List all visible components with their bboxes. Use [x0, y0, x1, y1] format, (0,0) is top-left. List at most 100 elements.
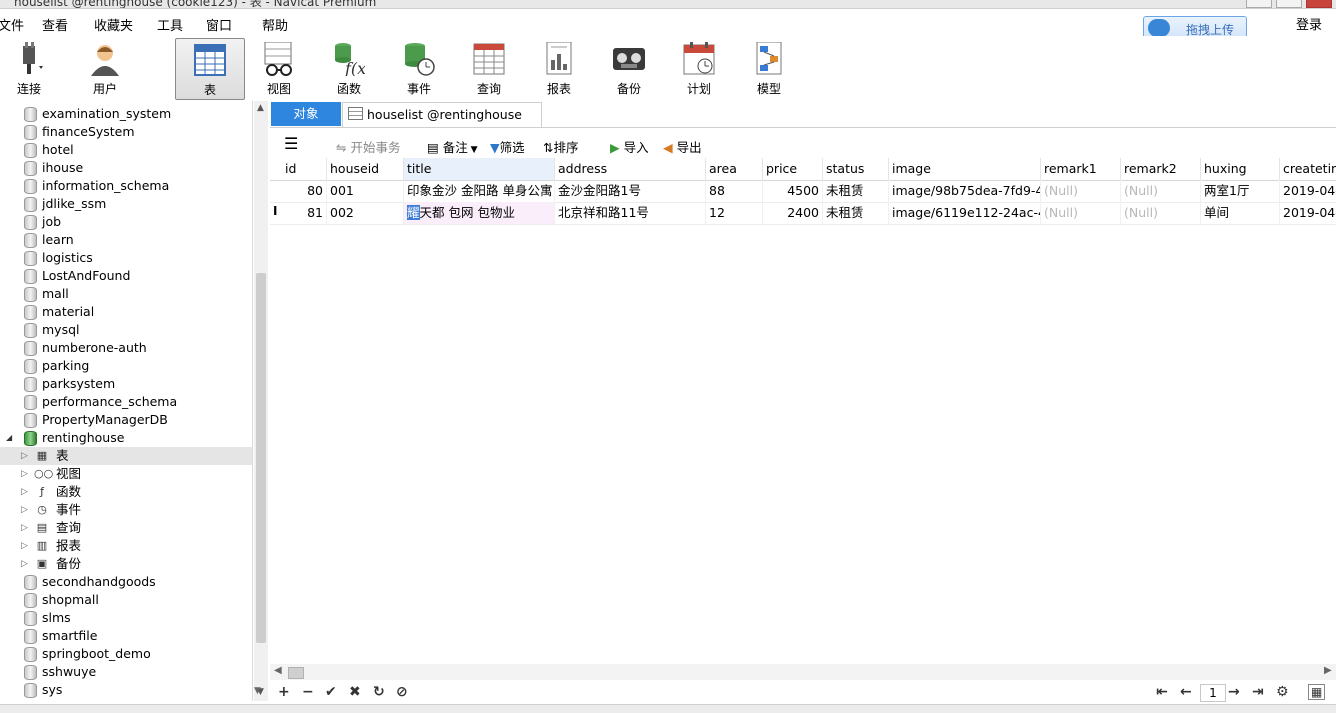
delete-record-icon[interactable]: − [302, 684, 314, 700]
cell-price[interactable]: 2400 [763, 202, 823, 224]
tree-scrollbar[interactable]: ▲ ▼ [254, 101, 268, 701]
cell-remark1[interactable]: (Null) [1041, 180, 1121, 202]
cell-price[interactable]: 4500 [763, 180, 823, 202]
cell-createtim[interactable]: 2019-04- [1280, 180, 1336, 202]
collapsed-arrow-icon[interactable]: ▷ [21, 465, 28, 483]
scroll-up-icon[interactable]: ▲ [257, 103, 264, 113]
begin-transaction-button[interactable]: ⇋ 开始事务 [336, 137, 400, 156]
cell-id[interactable]: 80 [282, 180, 327, 202]
collapsed-arrow-icon[interactable]: ▷ [21, 483, 28, 501]
tab-houselist[interactable]: houselist @rentinghouse (c... [342, 102, 542, 146]
cell-title[interactable]: 耀天都 包网 包物业 [404, 202, 555, 224]
tree-database-item[interactable]: numberone-auth [0, 339, 252, 357]
note-button[interactable]: ▤ 备注 ▼ [427, 137, 478, 156]
close-button[interactable] [1306, 0, 1332, 8]
tree-database-item[interactable]: parking [0, 357, 252, 375]
toolbar-event[interactable]: 事件 [385, 38, 453, 98]
tree-scrollbar-thumb[interactable] [256, 273, 266, 643]
tree-folder-item[interactable]: ▷ ○○ 视图 [0, 465, 252, 483]
tab-objects[interactable]: 对象 [271, 102, 341, 126]
tree-database-item[interactable]: springboot_demo [0, 645, 252, 663]
tree-database-item[interactable]: slms [0, 609, 252, 627]
cell-remark2[interactable]: (Null) [1121, 180, 1201, 202]
page-number-input[interactable]: 1 [1200, 684, 1226, 702]
next-page-icon[interactable]: → [1228, 684, 1240, 700]
refresh-icon[interactable]: ↻ [373, 684, 385, 700]
column-header-title[interactable]: title [404, 158, 555, 180]
column-header-huxing[interactable]: huxing [1201, 158, 1280, 180]
menu-window[interactable]: 窗口 [206, 15, 232, 34]
collapsed-arrow-icon[interactable]: ▷ [21, 519, 28, 537]
cell-status[interactable]: 未租赁 [823, 180, 889, 202]
tree-database-item[interactable]: mysql [0, 321, 252, 339]
import-button[interactable]: ▶ 导入 [610, 137, 649, 156]
cell-remark1[interactable]: (Null) [1041, 202, 1121, 224]
tree-database-item[interactable]: jdlike_ssm [0, 195, 252, 213]
settings-gear-icon[interactable]: ⚙ [1276, 684, 1289, 700]
menu-file[interactable]: 文件 [0, 15, 24, 34]
collapsed-arrow-icon[interactable]: ▷ [21, 537, 28, 555]
cell-image[interactable]: image/6119e112-24ac-4b [889, 202, 1041, 224]
toolbar-connect[interactable]: 连接 [0, 38, 63, 98]
expanded-arrow-icon[interactable]: ◢ [6, 429, 12, 447]
add-record-icon[interactable]: + [278, 684, 290, 700]
toolbar-function[interactable]: f(x) 函数 [315, 38, 383, 98]
cell-title[interactable]: 印象金沙 金阳路 单身公寓 [404, 180, 555, 202]
menu-help[interactable]: 帮助 [262, 15, 288, 34]
grid-horizontal-scrollbar[interactable]: ◀ ▶ [270, 664, 1336, 680]
tree-folder-item[interactable]: ▷ ƒ 函数 [0, 483, 252, 501]
menu-lines-icon[interactable]: ☰ [284, 134, 298, 153]
tree-database-item[interactable]: material [0, 303, 252, 321]
column-header-status[interactable]: status [823, 158, 889, 180]
cell-huxing[interactable]: 单间 [1201, 202, 1280, 224]
grid-scrollbar-thumb[interactable] [288, 667, 304, 679]
column-header-address[interactable]: address [555, 158, 706, 180]
toolbar-user[interactable]: 用户 [71, 38, 139, 98]
apply-changes-icon[interactable]: ✔ [325, 684, 337, 700]
table-row[interactable]: 80 001 印象金沙 金阳路 单身公寓 金沙金阳路1号 88 4500 未租赁 image/… [270, 180, 1336, 203]
tree-folder-item[interactable]: ▷ ▣ 备份 [0, 555, 252, 573]
tree-database-item[interactable]: information_schema [0, 177, 252, 195]
login-link[interactable]: 登录 [1296, 14, 1322, 33]
last-page-icon[interactable]: ⇥ [1252, 684, 1264, 700]
cell-houseid[interactable]: 001 [327, 180, 404, 202]
column-header-price[interactable]: price [763, 158, 823, 180]
collapsed-arrow-icon[interactable]: ▷ [21, 447, 28, 465]
tree-folder-item[interactable]: ▷ ◷ 事件 [0, 501, 252, 519]
toolbar-table[interactable]: 表 [175, 38, 245, 100]
scroll-left-icon[interactable]: ◀ [274, 665, 282, 676]
tree-database-item[interactable]: sshwuye [0, 663, 252, 681]
tree-database-item[interactable]: PropertyManagerDB [0, 411, 252, 429]
cell-houseid[interactable]: 002 [327, 202, 404, 224]
cell-address[interactable]: 金沙金阳路1号 [555, 180, 706, 202]
discard-changes-icon[interactable]: ✖ [349, 684, 361, 700]
minimize-button[interactable] [1246, 0, 1272, 8]
column-header-houseid[interactable]: houseid [327, 158, 404, 180]
menu-view[interactable]: 查看 [42, 15, 68, 34]
tree-database-item[interactable]: financeSystem [0, 123, 252, 141]
cell-image[interactable]: image/98b75dea-7fd9-4e [889, 180, 1041, 202]
tree-database-item[interactable]: performance_schema [0, 393, 252, 411]
cell-area[interactable]: 88 [706, 180, 763, 202]
cell-remark2[interactable]: (Null) [1121, 202, 1201, 224]
column-header-id[interactable]: id [282, 158, 327, 180]
cell-createtim[interactable]: 2019-04- [1280, 202, 1336, 224]
maximize-button[interactable] [1276, 0, 1302, 8]
table-row[interactable]: I 81 002 耀天都 包网 包物业 北京祥和路11号 12 2400 未租赁 image/6… [270, 202, 1336, 225]
export-button[interactable]: ◀ 导出 [663, 137, 702, 156]
tree-database-item[interactable]: learn [0, 231, 252, 249]
previous-page-icon[interactable]: ← [1180, 684, 1192, 700]
tree-database-item[interactable]: shopmall [0, 591, 252, 609]
filter-button[interactable]: ▼筛选 [490, 137, 525, 156]
cell-address[interactable]: 北京祥和路11号 [555, 202, 706, 224]
menu-tools[interactable]: 工具 [157, 15, 183, 34]
cell-huxing[interactable]: 两室1厅 [1201, 180, 1280, 202]
tree-database-item[interactable]: examination_system [0, 105, 252, 123]
tree-database-item[interactable]: mall [0, 285, 252, 303]
tree-database-item[interactable]: LostAndFound [0, 267, 252, 285]
column-header-image[interactable]: image [889, 158, 1041, 180]
toolbar-schedule[interactable]: 计划 [665, 38, 733, 98]
tree-database-item[interactable]: ihouse [0, 159, 252, 177]
column-header-area[interactable]: area [706, 158, 763, 180]
tree-folder-item[interactable]: ▷ ▥ 报表 [0, 537, 252, 555]
